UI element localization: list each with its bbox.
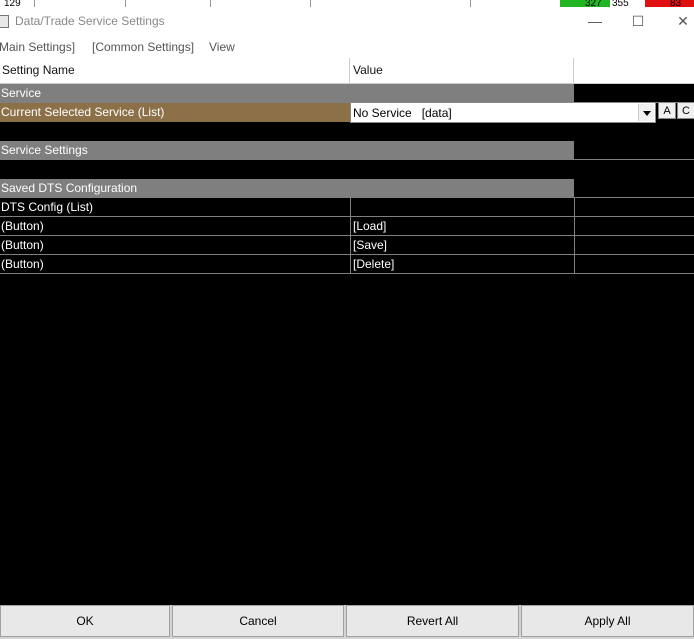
background-value: 83: [670, 0, 682, 7]
column-header-setting-name[interactable]: Setting Name: [0, 58, 350, 83]
service-select[interactable]: No Service [data]: [350, 102, 656, 123]
service-select-value: No Service [data]: [353, 106, 452, 120]
window-title: Data/Trade Service Settings: [15, 14, 165, 28]
empty-row: [0, 160, 694, 179]
setting-value[interactable]: [350, 198, 574, 217]
setting-name: Current Selected Service (List): [0, 103, 350, 122]
cancel-button[interactable]: Cancel: [172, 605, 344, 637]
empty-row: [0, 122, 694, 141]
section-row-service: Service: [0, 84, 694, 103]
background-divider: [34, 0, 35, 7]
background-app-strip: 129 327 355 83: [0, 0, 694, 7]
load-button[interactable]: [Load]: [350, 217, 574, 236]
apply-all-button[interactable]: Apply All: [521, 605, 694, 637]
setting-row-load[interactable]: (Button) [Load]: [0, 217, 694, 236]
footer-bar: OK Cancel Revert All Apply All: [0, 605, 694, 639]
setting-name: (Button): [0, 236, 350, 255]
minimize-button[interactable]: —: [572, 7, 618, 37]
menu-bar: Main Settings] [Common Settings] View: [0, 37, 694, 59]
close-button[interactable]: ✕: [660, 7, 694, 37]
background-value: 355: [612, 0, 629, 7]
revert-all-button[interactable]: Revert All: [346, 605, 519, 637]
menu-view[interactable]: View: [209, 40, 235, 54]
background-divider: [210, 0, 211, 7]
section-title: Service Settings: [0, 141, 574, 160]
title-bar[interactable]: Data/Trade Service Settings — ☐ ✕: [0, 7, 694, 37]
menu-common-settings[interactable]: [Common Settings]: [92, 40, 194, 54]
background-green-cell: 327: [560, 0, 610, 7]
section-title: Service: [0, 84, 574, 103]
service-a-button[interactable]: A: [658, 102, 676, 119]
delete-button[interactable]: [Delete]: [350, 255, 574, 274]
background-divider: [125, 0, 126, 7]
background-divider: [310, 0, 311, 7]
column-divider[interactable]: [573, 58, 574, 83]
column-divider[interactable]: [349, 58, 350, 83]
maximize-button[interactable]: ☐: [615, 7, 661, 37]
setting-row-delete[interactable]: (Button) [Delete]: [0, 255, 694, 274]
setting-name: (Button): [0, 217, 350, 236]
setting-row-dts-config[interactable]: DTS Config (List): [0, 198, 694, 217]
setting-name: (Button): [0, 255, 350, 274]
save-button[interactable]: [Save]: [350, 236, 574, 255]
app-icon: [0, 15, 9, 28]
section-row-service-settings: Service Settings: [0, 141, 694, 160]
service-c-button[interactable]: C: [677, 102, 694, 119]
menu-main-settings[interactable]: Main Settings]: [0, 40, 75, 54]
background-value: 327: [585, 0, 602, 7]
ok-button[interactable]: OK: [0, 605, 170, 637]
section-title: Saved DTS Configuration: [0, 179, 574, 198]
section-row-saved-dts: Saved DTS Configuration: [0, 179, 694, 198]
background-red-cell: 83: [645, 0, 694, 7]
chevron-down-icon[interactable]: [638, 104, 654, 121]
setting-name: DTS Config (List): [0, 198, 350, 217]
column-header-value[interactable]: Value: [351, 58, 573, 83]
setting-row-save[interactable]: (Button) [Save]: [0, 236, 694, 255]
table-header: Setting Name Value: [0, 58, 694, 84]
background-value: 129: [4, 0, 21, 7]
background-divider: [470, 0, 471, 7]
